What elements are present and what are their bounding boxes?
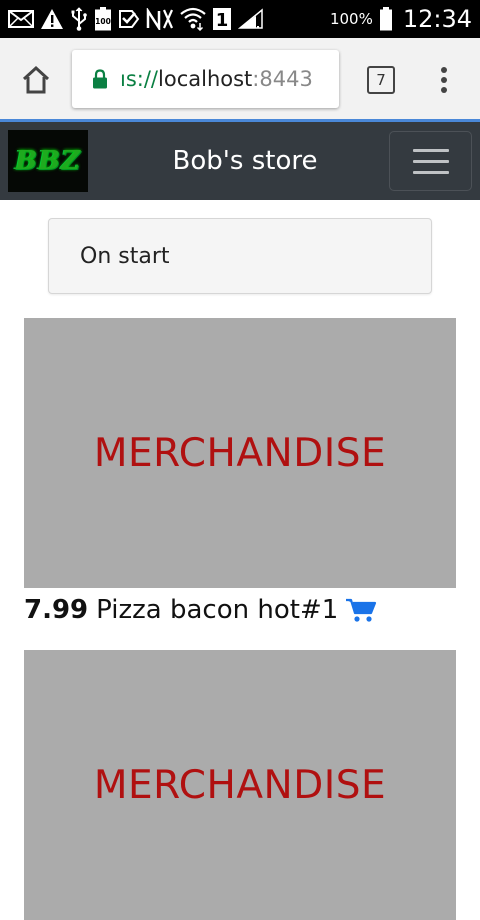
warning-icon	[40, 0, 64, 38]
store-logo[interactable]: BBZ	[8, 130, 88, 192]
nfc-icon	[146, 0, 174, 38]
home-icon[interactable]	[20, 64, 52, 96]
tab-switcher-button[interactable]: 7	[367, 66, 395, 94]
url-bar[interactable]: ıs://localhost:8443	[72, 50, 339, 108]
clock: 12:34	[402, 5, 472, 33]
status-bar: 100 1 100% 12:34	[0, 0, 480, 38]
lock-icon	[92, 69, 108, 89]
hamburger-line	[412, 159, 449, 163]
usb-icon	[70, 0, 88, 38]
check-icon	[118, 0, 140, 38]
url-scheme: ıs://	[120, 67, 159, 91]
logo-text: BBZ	[15, 146, 81, 176]
status-bar-left: 100 1	[8, 0, 264, 38]
url-host: localhost	[158, 67, 253, 91]
product-image[interactable]: MERCHANDISE	[24, 318, 456, 588]
url-port: :8443	[252, 67, 313, 91]
overflow-menu-icon[interactable]	[438, 64, 450, 96]
hamburger-line	[412, 148, 449, 152]
sim-badge-label: 1	[216, 10, 229, 31]
sim-1-icon: 1	[212, 0, 232, 38]
product-price: 7.99	[24, 595, 89, 625]
merchandise-placeholder: MERCHANDISE	[93, 430, 387, 476]
product-name[interactable]: Pizza bacon hot#1	[96, 595, 338, 625]
site-navbar: BBZ Bob's store	[0, 122, 480, 200]
product-image[interactable]: MERCHANDISE	[24, 650, 456, 920]
hamburger-line	[412, 170, 449, 174]
wifi-icon	[180, 0, 206, 38]
on-start-label: On start	[80, 243, 170, 269]
on-start-card[interactable]: On start	[48, 218, 432, 294]
battery-icon	[379, 0, 393, 38]
navbar-brand[interactable]: Bob's store	[110, 122, 380, 200]
add-to-cart-icon[interactable]	[344, 596, 378, 624]
hamburger-menu-button[interactable]	[389, 131, 472, 191]
product-info: 7.99 Pizza bacon hot#1	[24, 590, 378, 630]
signal-icon	[238, 0, 264, 38]
tab-count: 7	[376, 71, 386, 89]
browser-toolbar: ıs://localhost:8443 7	[0, 38, 480, 122]
mail-icon	[8, 0, 34, 38]
battery-percent: 100%	[329, 10, 373, 28]
status-bar-right: 100% 12:34	[330, 0, 472, 38]
merchandise-placeholder: MERCHANDISE	[93, 762, 387, 808]
battery-100-icon: 100	[94, 0, 112, 38]
battery-100-label: 100	[95, 17, 111, 26]
